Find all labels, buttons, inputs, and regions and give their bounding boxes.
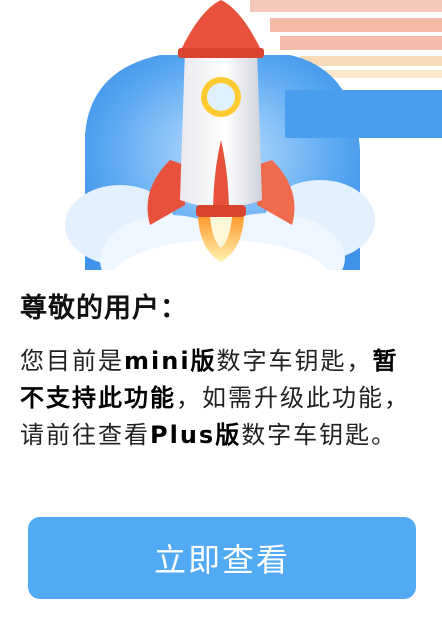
hero-illustration (0, 0, 442, 300)
mini-version-label: mini版 (124, 347, 217, 375)
message-text: 数字车钥匙。 (241, 421, 398, 449)
dialog-message: 您目前是mini版数字车钥匙，暂不支持此功能，如需升级此功能，请前往查看Plus… (20, 343, 422, 454)
view-now-button[interactable]: 立即查看 (28, 517, 416, 599)
message-text: 您目前是 (20, 347, 124, 375)
dialog-content: 尊敬的用户： 您目前是mini版数字车钥匙，暂不支持此功能，如需升级此功能，请前… (20, 286, 422, 454)
message-text: 数字车钥匙， (216, 347, 373, 375)
dialog-title: 尊敬的用户： (20, 293, 188, 324)
plus-version-label: Plus版 (150, 421, 242, 449)
